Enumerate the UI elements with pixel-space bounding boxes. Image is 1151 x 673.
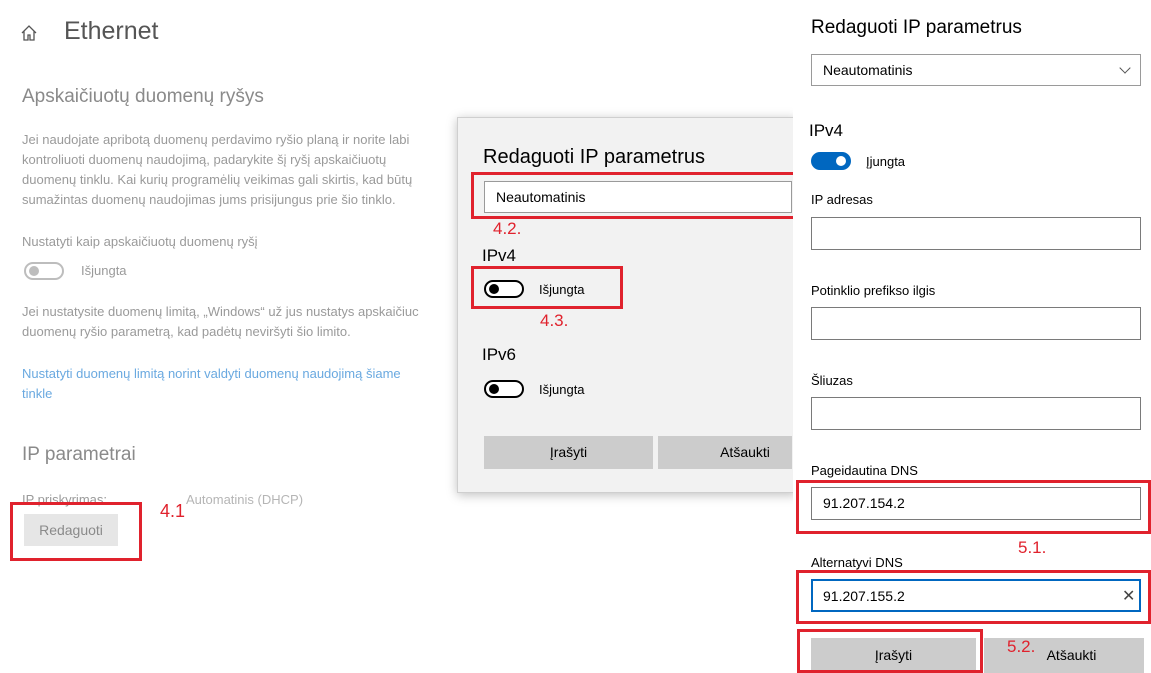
dialog-save-button[interactable]: Įrašyti	[484, 436, 653, 469]
data-limit-link[interactable]: Nustatyti duomenų limitą norint valdyti …	[22, 364, 457, 404]
gateway-input[interactable]	[811, 397, 1141, 430]
dialog-ipv4-label: IPv4	[482, 246, 517, 265]
dialog-ipv6-state: Išjungta	[539, 382, 585, 397]
panel-ipv4-label: IPv4	[809, 121, 844, 140]
metered-description: Jei naudojate apribotą duomenų perdavimo…	[22, 132, 413, 207]
limit-description: Jei nustatysite duomenų limitą, „Windows…	[22, 304, 419, 339]
set-metered-label: Nustatyti kaip apskaičiuotų duomenų ryšį	[22, 234, 258, 249]
annotation-box-5-1	[796, 480, 1151, 534]
dialog-ipv6-label: IPv6	[482, 345, 517, 364]
metered-toggle[interactable]	[24, 262, 64, 280]
dialog-ipv6-toggle[interactable]	[484, 380, 524, 398]
annotation-box-4-1	[10, 502, 142, 561]
dialog-cancel-button[interactable]: Atšaukti	[658, 436, 792, 469]
panel-mode-dropdown[interactable]: Neautomatinis	[811, 54, 1141, 86]
annotation-box-5-1b	[796, 570, 1151, 624]
annotation-box-5-2	[797, 629, 983, 673]
home-icon[interactable]	[20, 24, 38, 47]
ip-assignment-value: Automatinis (DHCP)	[186, 492, 304, 507]
panel-ipv4-toggle[interactable]	[811, 152, 851, 170]
prefix-length-label: Potinklio prefikso ilgis	[811, 283, 936, 298]
annotation-label-5-2: 5.2.	[1007, 637, 1036, 656]
panel-title: Redaguoti IP parametrus	[811, 17, 1022, 38]
annotation-box-4-2	[471, 172, 801, 219]
metered-toggle-state: Išjungta	[81, 263, 127, 278]
panel-ipv4-state: Įjungta	[866, 154, 906, 169]
ip-address-input[interactable]	[811, 217, 1141, 250]
ip-settings-heading: IP parametrai	[22, 444, 136, 465]
annotation-label-5-1: 5.1.	[1018, 538, 1047, 557]
dialog-title: Redaguoti IP parametrus	[483, 146, 705, 168]
prefix-length-input[interactable]	[811, 307, 1141, 340]
preferred-dns-label: Pageidautina DNS	[811, 463, 918, 478]
annotation-label-4-1: 4.1	[160, 501, 186, 521]
annotation-label-4-2: 4.2.	[493, 219, 522, 238]
panel-mode-value: Neautomatinis	[823, 62, 913, 78]
alternate-dns-label: Alternatyvi DNS	[811, 555, 903, 570]
metered-heading: Apskaičiuotų duomenų ryšys	[22, 86, 264, 107]
ip-address-label: IP adresas	[811, 192, 873, 207]
annotation-label-4-3: 4.3.	[540, 311, 569, 330]
page-title: Ethernet	[64, 17, 159, 45]
gateway-label: Šliuzas	[811, 373, 853, 388]
chevron-down-icon	[1119, 62, 1131, 74]
annotation-box-4-3	[471, 266, 623, 309]
